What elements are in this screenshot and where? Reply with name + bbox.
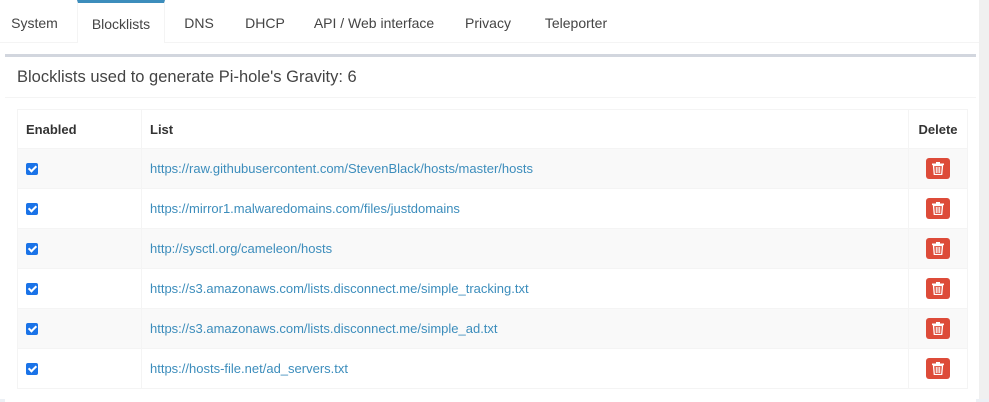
enabled-cell [17, 148, 142, 189]
table-row: https://mirror1.malwaredomains.com/files… [17, 188, 968, 229]
list-cell: http://sysctl.org/cameleon/hosts [141, 228, 909, 269]
trash-icon [932, 242, 944, 255]
table-header-row: Enabled List Delete [17, 109, 968, 149]
delete-button[interactable] [926, 238, 950, 259]
table-row: https://s3.amazonaws.com/lists.disconnec… [17, 268, 968, 309]
list-url-link[interactable]: https://raw.githubusercontent.com/Steven… [150, 161, 533, 176]
list-url-link[interactable]: http://sysctl.org/cameleon/hosts [150, 241, 332, 256]
settings-panel: System Blocklists DNS DHCP API / Web int… [0, 0, 979, 402]
enabled-cell [17, 268, 142, 309]
delete-cell [908, 188, 968, 229]
trash-icon [932, 282, 944, 295]
page-scrollbar[interactable] [979, 0, 989, 399]
header-list: List [141, 109, 909, 149]
tab-api-web-interface[interactable]: API / Web interface [305, 0, 443, 42]
table-row: http://sysctl.org/cameleon/hosts [17, 228, 968, 269]
list-cell: https://mirror1.malwaredomains.com/files… [141, 188, 909, 229]
list-cell: https://s3.amazonaws.com/lists.disconnec… [141, 308, 909, 349]
tab-system[interactable]: System [0, 0, 69, 42]
list-url-link[interactable]: https://s3.amazonaws.com/lists.disconnec… [150, 321, 498, 336]
box-header: Blocklists used to generate Pi-hole's Gr… [5, 57, 976, 98]
enabled-checkbox[interactable] [26, 203, 38, 215]
enabled-cell [17, 348, 142, 389]
delete-cell [908, 268, 968, 309]
table-row: https://raw.githubusercontent.com/Steven… [17, 148, 968, 189]
tab-blocklists[interactable]: Blocklists [77, 0, 165, 43]
tab-teleporter[interactable]: Teleporter [533, 0, 619, 42]
list-url-link[interactable]: https://s3.amazonaws.com/lists.disconnec… [150, 281, 529, 296]
enabled-cell [17, 228, 142, 269]
enabled-checkbox[interactable] [26, 323, 38, 335]
delete-button[interactable] [926, 158, 950, 179]
table-row: https://hosts-file.net/ad_servers.txt [17, 348, 968, 389]
enabled-cell [17, 308, 142, 349]
enabled-checkbox[interactable] [26, 163, 38, 175]
header-enabled: Enabled [17, 109, 142, 149]
delete-cell [908, 148, 968, 189]
list-cell: https://raw.githubusercontent.com/Steven… [141, 148, 909, 189]
enabled-checkbox[interactable] [26, 243, 38, 255]
delete-button[interactable] [926, 358, 950, 379]
list-url-link[interactable]: https://mirror1.malwaredomains.com/files… [150, 201, 460, 216]
delete-button[interactable] [926, 318, 950, 339]
enabled-checkbox[interactable] [26, 363, 38, 375]
table-row: https://s3.amazonaws.com/lists.disconnec… [17, 308, 968, 349]
box-title: Blocklists used to generate Pi-hole's Gr… [17, 68, 357, 86]
delete-cell [908, 308, 968, 349]
enabled-cell [17, 188, 142, 229]
tab-dhcp[interactable]: DHCP [235, 0, 295, 42]
delete-button[interactable] [926, 198, 950, 219]
tab-privacy[interactable]: Privacy [452, 0, 524, 42]
list-cell: https://hosts-file.net/ad_servers.txt [141, 348, 909, 389]
list-cell: https://s3.amazonaws.com/lists.disconnec… [141, 268, 909, 309]
trash-icon [932, 162, 944, 175]
list-url-link[interactable]: https://hosts-file.net/ad_servers.txt [150, 361, 348, 376]
enabled-checkbox[interactable] [26, 283, 38, 295]
trash-icon [932, 362, 944, 375]
blocklists-table: Enabled List Delete https://raw.githubus… [17, 109, 968, 389]
trash-icon [932, 322, 944, 335]
tab-dns[interactable]: DNS [172, 0, 226, 42]
delete-button[interactable] [926, 278, 950, 299]
blocklists-box: Blocklists used to generate Pi-hole's Gr… [5, 54, 976, 402]
header-delete: Delete [908, 109, 968, 149]
delete-cell [908, 228, 968, 269]
settings-tabs: System Blocklists DNS DHCP API / Web int… [0, 0, 979, 43]
delete-cell [908, 348, 968, 389]
trash-icon [932, 202, 944, 215]
